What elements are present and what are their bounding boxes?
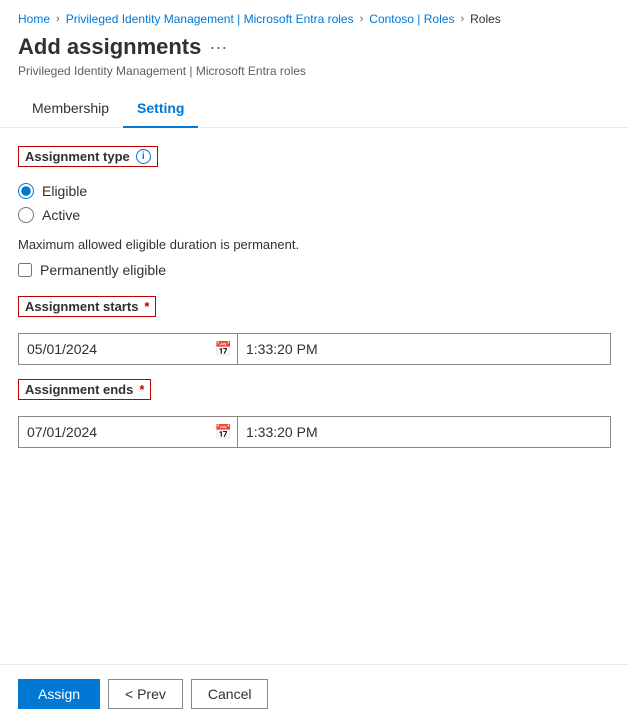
breadcrumb: Home › Privileged Identity Management | … (0, 0, 629, 34)
page-header: Add assignments ··· (0, 34, 629, 64)
content-area: Assignment type i Eligible Active Maximu… (0, 146, 629, 448)
permanently-eligible-checkbox[interactable] (18, 263, 32, 277)
eligible-duration-info: Maximum allowed eligible duration is per… (18, 237, 611, 252)
breadcrumb-pim[interactable]: Privileged Identity Management | Microso… (66, 12, 354, 26)
assignment-ends-date-wrapper: 📅 (18, 416, 238, 448)
assignment-type-label: Assignment type i (18, 146, 158, 167)
assignment-type-text: Assignment type (25, 149, 130, 164)
tab-bar: Membership Setting (0, 90, 629, 128)
assignment-ends-required: * (139, 382, 144, 397)
breadcrumb-sep-1: › (56, 13, 60, 25)
assignment-ends-label: Assignment ends * (18, 379, 151, 400)
assignment-starts-section: Assignment starts * 📅 (18, 296, 611, 365)
breadcrumb-sep-3: › (460, 13, 464, 25)
assign-button[interactable]: Assign (18, 679, 100, 709)
assignment-starts-date-wrapper: 📅 (18, 333, 238, 365)
breadcrumb-current: Roles (470, 12, 501, 26)
assignment-starts-text: Assignment starts (25, 299, 138, 314)
assignment-starts-date-input[interactable] (18, 333, 238, 365)
tab-membership[interactable]: Membership (18, 90, 123, 128)
breadcrumb-sep-2: › (360, 13, 364, 25)
page-subtitle: Privileged Identity Management | Microso… (0, 64, 629, 90)
radio-active[interactable]: Active (18, 207, 611, 223)
assignment-starts-inputs: 📅 (18, 333, 611, 365)
radio-eligible-input[interactable] (18, 183, 34, 199)
radio-eligible[interactable]: Eligible (18, 183, 611, 199)
radio-eligible-label: Eligible (42, 183, 87, 199)
assignment-type-section: Assignment type i Eligible Active Maximu… (18, 146, 611, 278)
assignment-starts-time-input[interactable] (238, 333, 611, 365)
footer: Assign < Prev Cancel (0, 664, 629, 723)
assignment-ends-date-input[interactable] (18, 416, 238, 448)
breadcrumb-home[interactable]: Home (18, 12, 50, 26)
assignment-starts-label: Assignment starts * (18, 296, 156, 317)
assignment-type-label-row: Assignment type i (18, 146, 611, 177)
permanently-eligible-label: Permanently eligible (40, 262, 166, 278)
assignment-ends-inputs: 📅 (18, 416, 611, 448)
assignment-starts-label-row: Assignment starts * (18, 296, 611, 327)
radio-active-input[interactable] (18, 207, 34, 223)
assignment-ends-text: Assignment ends (25, 382, 133, 397)
breadcrumb-contoso[interactable]: Contoso | Roles (369, 12, 454, 26)
more-options-icon[interactable]: ··· (209, 37, 227, 58)
assignment-starts-required: * (144, 299, 149, 314)
assignment-type-info-icon[interactable]: i (136, 149, 151, 164)
assignment-type-radio-group: Eligible Active (18, 183, 611, 223)
page-title: Add assignments (18, 34, 201, 60)
cancel-button[interactable]: Cancel (191, 679, 269, 709)
assignment-ends-label-row: Assignment ends * (18, 379, 611, 410)
tab-setting[interactable]: Setting (123, 90, 198, 128)
permanently-eligible-checkbox-label[interactable]: Permanently eligible (18, 262, 611, 278)
radio-active-label: Active (42, 207, 80, 223)
prev-button[interactable]: < Prev (108, 679, 183, 709)
assignment-ends-time-input[interactable] (238, 416, 611, 448)
assignment-ends-section: Assignment ends * 📅 (18, 379, 611, 448)
